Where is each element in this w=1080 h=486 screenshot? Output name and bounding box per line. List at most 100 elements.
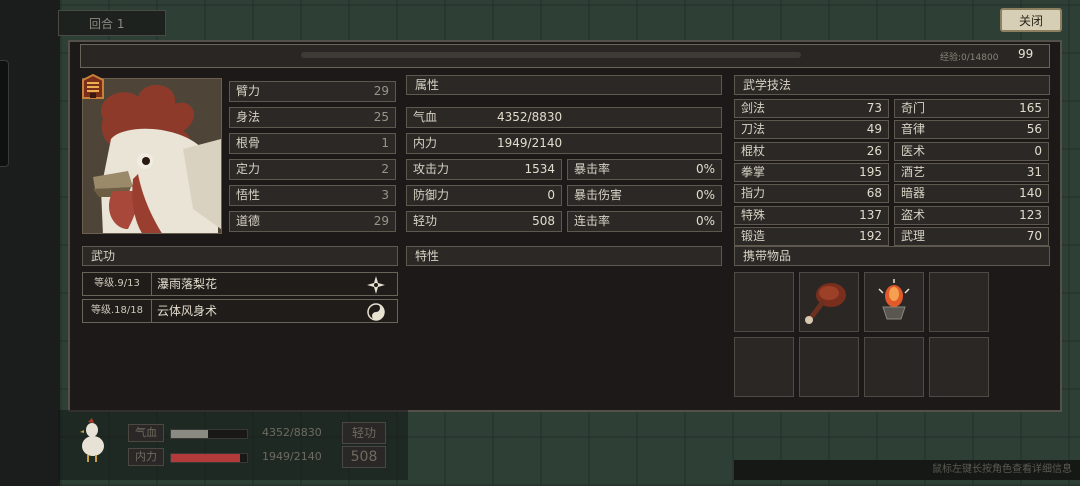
martial-label: 特殊 <box>741 207 766 222</box>
gongji-row: 攻击力 1534 <box>406 159 562 180</box>
martial-row: 指力 68 <box>734 184 889 204</box>
qinggong-value: 508 <box>532 214 555 228</box>
martial-value: 123 <box>1019 207 1042 222</box>
hud-qinggong-label: 轻功 <box>342 422 386 444</box>
fangyu-value: 0 <box>547 188 555 202</box>
round-indicator: 回合 1 <box>58 10 166 36</box>
roast-meat-icon <box>805 283 846 324</box>
hud-qixue-value: 4352/8830 <box>262 426 322 439</box>
side-handle[interactable] <box>0 60 9 167</box>
inventory-slot-7[interactable] <box>864 337 924 397</box>
lianji-label: 连击率 <box>574 214 611 228</box>
attr-label: 道德 <box>236 214 261 228</box>
martial-row: 医术 0 <box>894 141 1049 161</box>
lianji-value: 0% <box>695 214 715 228</box>
martial-header: 武学技法 <box>734 75 1050 95</box>
martial-row: 棍杖 26 <box>734 141 889 161</box>
fangyu-row: 防御力 0 <box>406 185 562 206</box>
attr-value: 3 <box>381 188 389 202</box>
items-header: 携带物品 <box>734 246 1050 266</box>
martial-value: 0 <box>1034 143 1042 158</box>
traits-header: 特性 <box>406 246 722 266</box>
hint-text: 鼠标左键长按角色查看详细信息 <box>734 460 1080 480</box>
baoji-label: 暴击率 <box>574 162 611 176</box>
close-button[interactable]: 关闭 <box>1000 8 1062 32</box>
attr-label: 根骨 <box>236 136 261 150</box>
qixue-row: 气血 4352/8830 <box>406 107 722 128</box>
martial-label: 盗术 <box>901 207 926 222</box>
hud-mp-bar <box>170 453 248 463</box>
martial-value: 26 <box>866 143 882 158</box>
player-hud: 气血 内力 4352/8830 1949/2140 轻功 508 <box>58 410 408 480</box>
martial-value: 68 <box>866 186 882 201</box>
martial-label: 音律 <box>901 122 926 137</box>
inventory-slot-4[interactable] <box>929 272 989 332</box>
inventory-slot-1[interactable] <box>734 272 794 332</box>
hud-qixue-label: 气血 <box>128 424 164 442</box>
martial-row: 武理 70 <box>894 226 1049 246</box>
baoji-row: 暴击率 0% <box>567 159 722 180</box>
attr-row: 定力 2 <box>229 159 396 180</box>
martial-row: 剑法 73 <box>734 99 889 118</box>
martial-row: 锻造 192 <box>734 226 889 246</box>
martial-label: 奇门 <box>901 101 926 115</box>
martial-label: 暗器 <box>901 186 926 201</box>
attr-value: 1 <box>381 136 389 150</box>
hud-hp-bar <box>170 429 248 439</box>
martial-value: 73 <box>866 101 882 115</box>
attr-value: 29 <box>373 84 389 98</box>
shuriken-icon <box>367 276 385 294</box>
neili-value: 1949/2140 <box>497 136 563 150</box>
martial-row: 奇门 165 <box>894 99 1049 118</box>
martial-value: 192 <box>859 228 882 243</box>
martial-row: 盗术 123 <box>894 205 1049 225</box>
martial-label: 医术 <box>901 143 926 158</box>
experience-text: 经验:0/14800 <box>940 53 999 63</box>
qinggong-row: 轻功 508 <box>406 211 562 232</box>
martial-label: 武理 <box>901 228 926 243</box>
martial-label: 刀法 <box>741 122 766 137</box>
martial-value: 31 <box>1026 164 1042 179</box>
portrait-badge-icon <box>80 73 106 102</box>
martial-label: 锻造 <box>741 228 766 243</box>
martial-value: 165 <box>1019 101 1042 115</box>
attr-label: 身法 <box>236 110 261 124</box>
inventory-slot-5[interactable] <box>734 337 794 397</box>
martial-row: 暗器 140 <box>894 184 1049 204</box>
attr-row: 根骨 1 <box>229 133 396 154</box>
attr-value: 29 <box>373 214 389 228</box>
skill-row-1[interactable]: 等级.9/13 瀑雨落梨花 <box>82 272 398 296</box>
attr-row: 道德 29 <box>229 211 396 232</box>
skill-name: 云体风身术 <box>157 304 218 318</box>
hud-neili-label: 内力 <box>128 448 164 466</box>
martial-row: 音律 56 <box>894 120 1049 140</box>
martial-label: 拳掌 <box>741 164 766 179</box>
hud-qinggong-value: 508 <box>342 446 386 468</box>
yin-yang-icon <box>367 303 385 321</box>
skill-row-2[interactable]: 等级.18/18 云体风身术 <box>82 299 398 323</box>
attr-label: 臂力 <box>236 84 261 98</box>
inventory-slot-8[interactable] <box>929 337 989 397</box>
martial-label: 棍杖 <box>741 143 766 158</box>
fangyu-label: 防御力 <box>413 188 450 202</box>
martial-row: 拳掌 195 <box>734 162 889 182</box>
inventory-slot-3[interactable] <box>864 272 924 332</box>
inventory-slot-6[interactable] <box>799 337 859 397</box>
martial-value: 56 <box>1026 122 1042 137</box>
martial-label: 指力 <box>741 186 766 201</box>
hud-mp-fill <box>171 454 241 462</box>
inventory-slot-2[interactable] <box>799 272 859 332</box>
attr-value: 2 <box>381 162 389 176</box>
lianji-row: 连击率 0% <box>567 211 722 232</box>
experience-bar <box>80 44 1050 68</box>
incense-burner-icon <box>878 279 910 320</box>
baoshang-label: 暴击伤害 <box>574 188 623 202</box>
baoji-value: 0% <box>695 162 715 176</box>
attr-row: 臂力 29 <box>229 81 396 102</box>
attr-label: 定力 <box>236 162 261 176</box>
hud-hp-fill <box>171 430 209 438</box>
wugong-header: 武功 <box>82 246 398 266</box>
attr-value: 25 <box>373 110 389 124</box>
martial-label: 酒艺 <box>901 164 926 179</box>
skill-name: 瀑雨落梨花 <box>157 277 218 291</box>
